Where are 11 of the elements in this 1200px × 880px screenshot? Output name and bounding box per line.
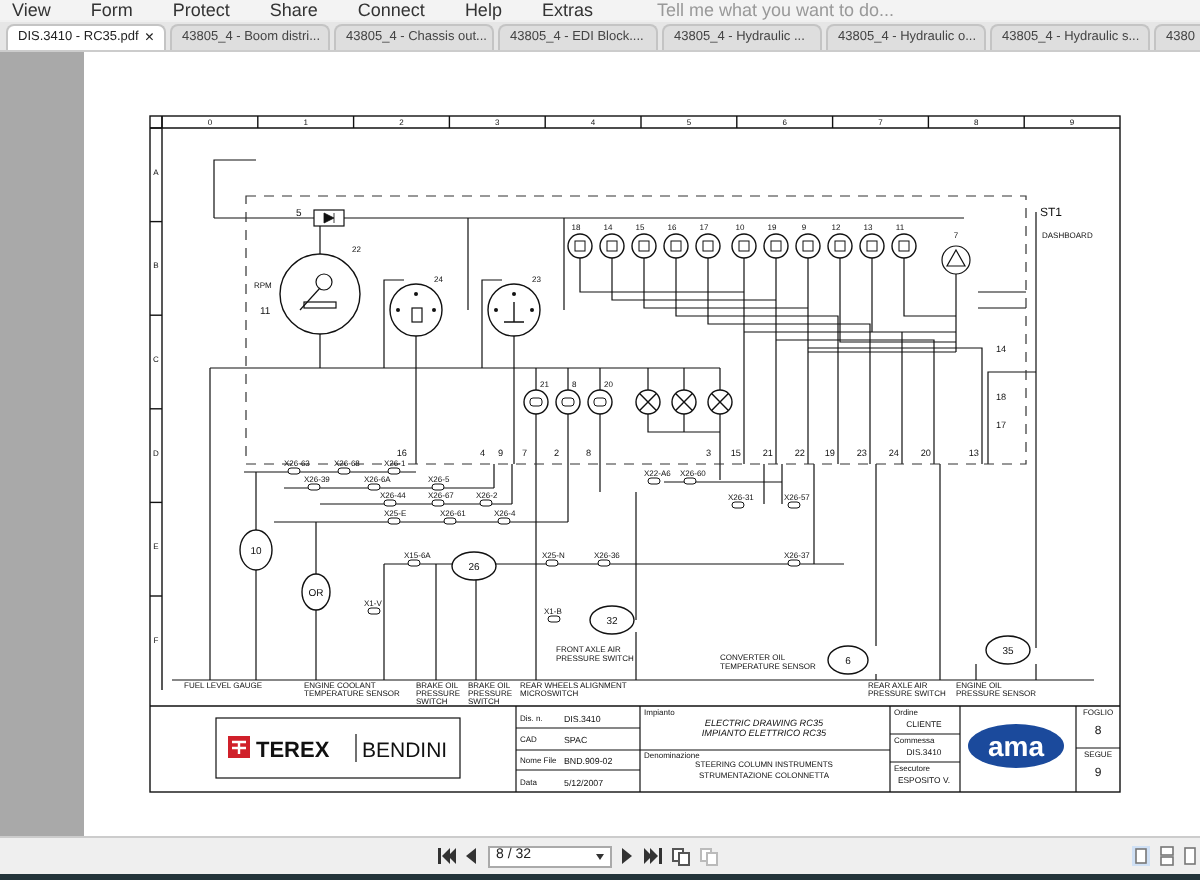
menu-item[interactable]: Connect bbox=[357, 1, 425, 19]
brand-logo-text: TEREX bbox=[256, 739, 330, 763]
menu-item[interactable]: Share bbox=[269, 1, 318, 19]
close-button[interactable]: × bbox=[144, 26, 154, 50]
menu-item[interactable]: Form bbox=[90, 1, 133, 19]
brand-logo-text: BENDINI bbox=[362, 739, 448, 763]
logo-text: ama bbox=[987, 730, 1045, 762]
menu-item[interactable]: Protect bbox=[172, 1, 230, 19]
menu-item[interactable]: View bbox=[12, 1, 51, 19]
menu-item[interactable]: Help bbox=[464, 1, 502, 19]
menu-item[interactable]: Extras bbox=[541, 1, 593, 19]
